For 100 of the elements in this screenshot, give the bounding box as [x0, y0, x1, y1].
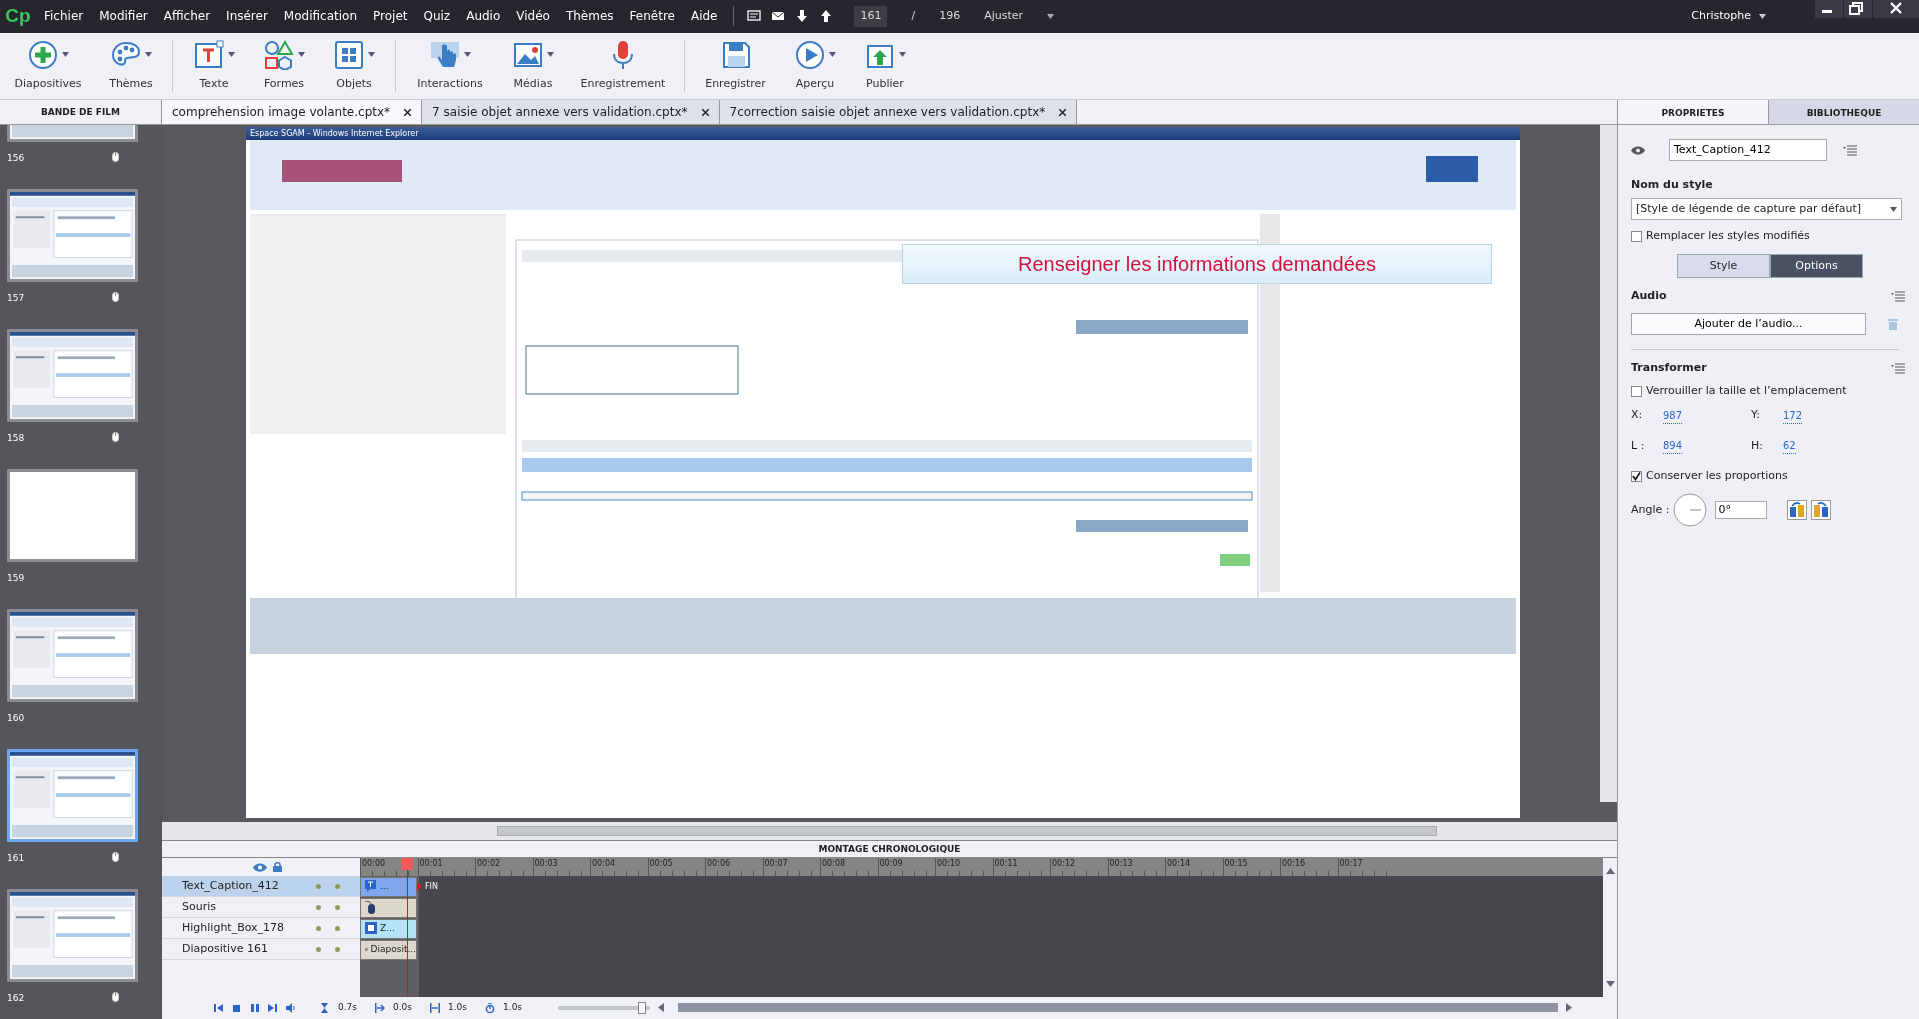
- timeline-clip[interactable]: [360, 897, 417, 918]
- lock-dot[interactable]: [335, 883, 340, 889]
- angle-field[interactable]: 0°: [1714, 500, 1767, 520]
- first-icon[interactable]: [214, 1002, 224, 1013]
- menu-item[interactable]: Fichier: [36, 7, 92, 26]
- timing-value[interactable]: 0.0s: [393, 1000, 413, 1015]
- visibility-dot[interactable]: [316, 904, 321, 910]
- numeric-field[interactable]: 62: [1783, 438, 1796, 455]
- close-icon[interactable]: [701, 108, 709, 116]
- panel-menu-icon[interactable]: [1891, 291, 1905, 303]
- toolbar-button[interactable]: Objets: [319, 32, 389, 94]
- menu-item[interactable]: Thèmes: [557, 7, 622, 26]
- slide-thumbnail[interactable]: [7, 468, 138, 562]
- lock-dot[interactable]: [335, 946, 340, 952]
- menu-item[interactable]: Insérer: [218, 7, 276, 26]
- scroll-right-icon[interactable]: [1566, 1003, 1573, 1012]
- toolbar-button[interactable]: Thèmes: [96, 32, 166, 94]
- visibility-dot[interactable]: [316, 946, 321, 952]
- caret-icon[interactable]: [297, 52, 305, 58]
- timing-value[interactable]: 1.0s: [503, 1000, 523, 1015]
- caret-icon[interactable]: [227, 52, 235, 58]
- zoom-dropdown[interactable]: Ajuster: [984, 8, 1055, 25]
- last-icon[interactable]: [268, 1002, 278, 1013]
- lock-dot[interactable]: [335, 925, 340, 931]
- zoom-slider-thumb[interactable]: [637, 1001, 646, 1014]
- panel-menu-icon[interactable]: [1843, 144, 1857, 156]
- stop-icon[interactable]: [232, 1002, 242, 1013]
- user-menu[interactable]: Christophe: [1691, 8, 1766, 25]
- pause-icon[interactable]: [250, 1002, 260, 1013]
- caret-icon[interactable]: [546, 52, 554, 58]
- caret-icon[interactable]: [828, 52, 836, 58]
- caret-icon[interactable]: [367, 52, 375, 58]
- menu-item[interactable]: Audio: [458, 7, 509, 26]
- toolbar-button[interactable]: Publier: [850, 32, 920, 94]
- menu-item[interactable]: Vidéo: [508, 7, 558, 26]
- toolbar-button[interactable]: Formes: [249, 32, 319, 94]
- visibility-dot[interactable]: [316, 925, 321, 931]
- menu-item[interactable]: Projet: [365, 7, 416, 26]
- time-ruler[interactable]: 00:00 00:01 00:02 00:03 00:04 00:05 00:06 00:07 00:08 00:09 00:10 00:11 00:12 00:13 00:14 00:15 00:16 00:17: [360, 858, 1603, 876]
- layer-row[interactable]: Highlight_Box_178: [162, 918, 360, 939]
- eye-icon[interactable]: [1631, 145, 1645, 155]
- caret-icon[interactable]: [898, 52, 906, 58]
- menu-item[interactable]: Aide: [682, 7, 726, 26]
- close-icon[interactable]: [1059, 108, 1067, 116]
- vertical-scrollbar[interactable]: [1600, 124, 1617, 802]
- visibility-dot[interactable]: [316, 883, 321, 889]
- menu-item[interactable]: Modifier: [91, 7, 156, 26]
- caret-icon[interactable]: [61, 52, 69, 58]
- panel-tab[interactable]: PROPRIETES: [1618, 99, 1769, 124]
- timeline-clip[interactable]: ...: [360, 876, 417, 897]
- panel-menu-icon[interactable]: [1891, 363, 1905, 375]
- lock-icon[interactable]: [273, 862, 282, 872]
- caret-icon[interactable]: [1890, 206, 1897, 212]
- layer-row[interactable]: Text_Caption_412: [162, 876, 360, 897]
- timeline-scrollbar[interactable]: [678, 1003, 1559, 1012]
- toolbar-button[interactable]: Interactions: [402, 32, 498, 94]
- flip-vertical-icon[interactable]: [1810, 499, 1831, 520]
- segment-tab[interactable]: Style: [1677, 253, 1770, 279]
- caret-icon[interactable]: [1047, 14, 1055, 19]
- numeric-field[interactable]: 894: [1663, 438, 1683, 455]
- flip-horizontal-icon[interactable]: [1786, 499, 1807, 520]
- scroll-left-icon[interactable]: [658, 1003, 665, 1012]
- caption-icon[interactable]: [747, 9, 762, 24]
- lock-dot[interactable]: [335, 904, 340, 910]
- down-arrow-icon[interactable]: [795, 9, 810, 24]
- style-dropdown[interactable]: [Style de légende de capture par défaut]: [1631, 197, 1902, 221]
- close-icon[interactable]: [1873, 0, 1919, 18]
- restore-icon[interactable]: [1844, 0, 1872, 18]
- numeric-field[interactable]: 172: [1783, 407, 1803, 424]
- slide-number-field[interactable]: 161: [854, 6, 888, 27]
- playhead-handle[interactable]: [401, 858, 413, 870]
- checkbox[interactable]: [1631, 385, 1642, 397]
- caret-icon[interactable]: [1759, 14, 1766, 19]
- menu-item[interactable]: Modification: [275, 7, 365, 26]
- segment-tab[interactable]: Options: [1770, 253, 1863, 279]
- toolbar-button[interactable]: Médias: [498, 32, 568, 94]
- document-tab[interactable]: comprehension image volante.cptx*: [162, 99, 423, 124]
- toolbar-button[interactable]: Enregistrement: [568, 32, 678, 94]
- timeline-clip[interactable]: Z...: [360, 918, 417, 939]
- add-audio-button[interactable]: Ajouter de l’audio...: [1631, 312, 1866, 336]
- timing-value[interactable]: 0.7s: [338, 1000, 357, 1015]
- eye-icon[interactable]: [253, 862, 267, 872]
- toolbar-button[interactable]: Aperçu: [780, 32, 850, 94]
- caret-icon[interactable]: [144, 52, 152, 58]
- toolbar-button[interactable]: Diapositives: [0, 32, 96, 94]
- timing-value[interactable]: 1.0s: [448, 1000, 468, 1015]
- up-arrow-icon[interactable]: [819, 9, 834, 24]
- toolbar-button[interactable]: Enregistrer: [691, 32, 780, 94]
- document-tab[interactable]: 7 saisie objet annexe vers validation.cptx*: [422, 99, 720, 124]
- document-tab[interactable]: 7correction saisie objet annexe vers validation.cptx*: [719, 99, 1078, 124]
- layer-row[interactable]: Diapositive 161: [162, 939, 360, 960]
- toolbar-button[interactable]: Texte: [179, 32, 249, 94]
- checkbox[interactable]: [1631, 471, 1642, 483]
- menu-item[interactable]: Quiz: [415, 7, 459, 26]
- name-field[interactable]: Text_Caption_412: [1669, 138, 1827, 162]
- layer-row[interactable]: Souris: [162, 897, 360, 918]
- close-icon[interactable]: [404, 108, 412, 116]
- horizontal-scrollbar[interactable]: [497, 826, 1437, 836]
- speaker-icon[interactable]: [286, 1002, 296, 1013]
- caret-icon[interactable]: [463, 52, 471, 58]
